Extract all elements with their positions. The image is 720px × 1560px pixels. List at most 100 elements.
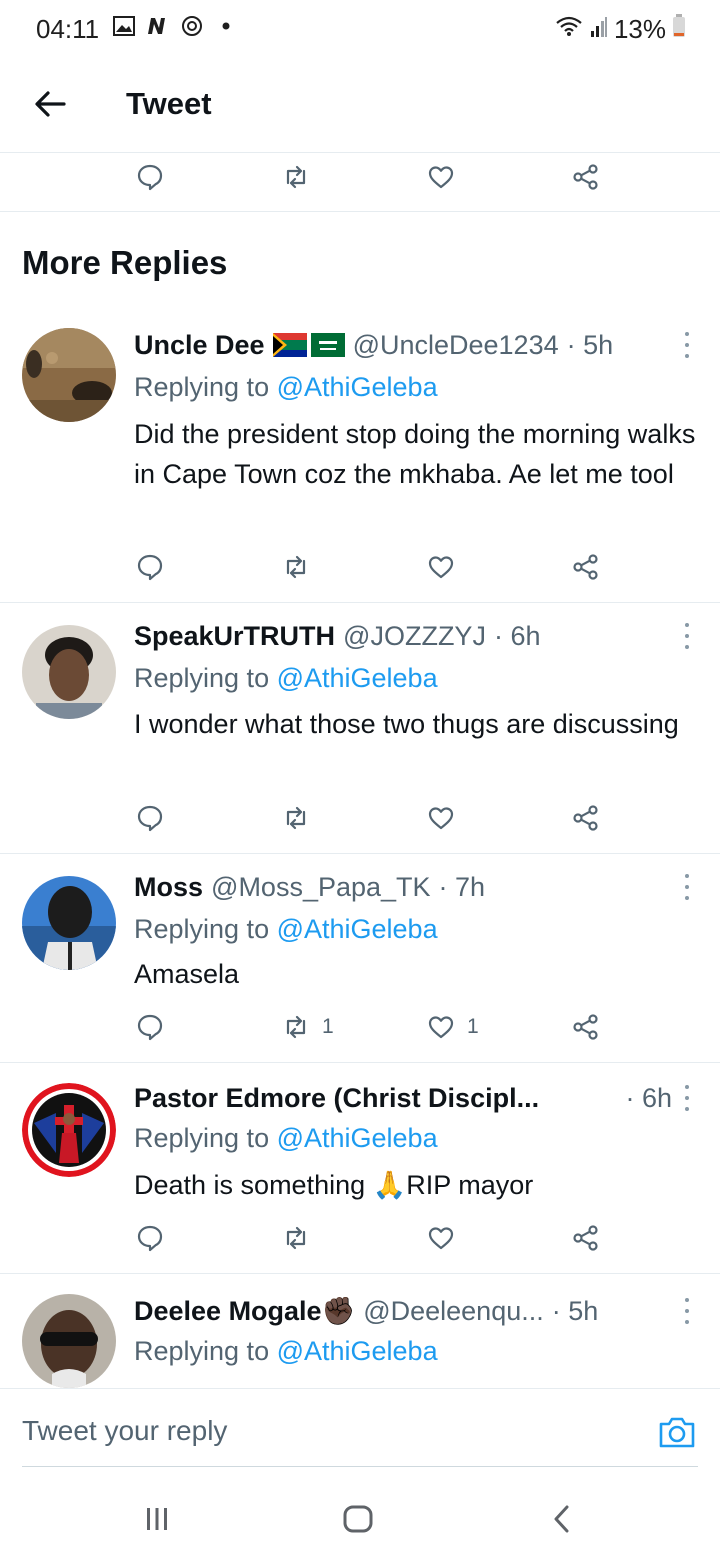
- reply-icon: [137, 1225, 163, 1252]
- avatar[interactable]: [22, 1083, 116, 1177]
- author-handle: @Moss_Papa_TK: [211, 871, 431, 902]
- mention-link[interactable]: @AthiGeleba: [277, 663, 438, 693]
- retweet-count: 1: [322, 1015, 334, 1038]
- mention-link[interactable]: @AthiGeleba: [277, 1336, 438, 1366]
- reply-button[interactable]: [136, 542, 164, 592]
- avatar[interactable]: [22, 625, 116, 719]
- reply-input-underline: [22, 1466, 698, 1467]
- mention-link[interactable]: @AthiGeleba: [277, 914, 438, 944]
- retweet-icon: [286, 165, 306, 189]
- vpn-icon: [180, 14, 204, 38]
- heart-icon: [428, 1227, 454, 1250]
- reply-button[interactable]: [136, 793, 164, 843]
- share-icon: [573, 1014, 598, 1040]
- tweet-text: Did the president stop doing the morning…: [134, 419, 696, 489]
- more-options-icon[interactable]: [682, 332, 692, 358]
- status-system-icons: 13%: [554, 14, 686, 45]
- tweet-actions: [0, 542, 720, 592]
- avatar[interactable]: [22, 1294, 116, 1388]
- replying-to-label: Replying to: [134, 663, 277, 693]
- gallery-icon: [112, 14, 136, 38]
- share-button[interactable]: [572, 1213, 600, 1263]
- heart-icon: [428, 166, 454, 189]
- reply-tweet[interactable]: Deelee Mogale ✊🏿 @Deeleenqu... · 5h Repl…: [0, 1274, 720, 1388]
- mention-link[interactable]: @AthiGeleba: [277, 1123, 438, 1153]
- south-africa-flag-icon: [272, 333, 307, 357]
- avatar[interactable]: [22, 328, 116, 422]
- retweet-icon: [286, 1015, 306, 1039]
- tweet-time: · 7h: [438, 871, 486, 902]
- mention-link[interactable]: @AthiGeleba: [277, 372, 438, 402]
- author-handle: @JOZZZYJ: [343, 620, 486, 651]
- replying-to-label: Replying to: [134, 1123, 277, 1153]
- retweet-button[interactable]: 1: [282, 1002, 334, 1052]
- author-name[interactable]: Uncle Dee: [134, 330, 265, 361]
- tweet-header: Pastor Edmore (Christ Discipl... · 6h: [134, 1079, 672, 1117]
- status-time: 04:11: [36, 14, 100, 44]
- tweet-header: Uncle Dee @UncleDee1234 · 5h: [134, 326, 672, 364]
- share-button[interactable]: [572, 793, 600, 843]
- replying-to-label: Replying to: [134, 1336, 277, 1366]
- replying-to-label: Replying to: [134, 914, 277, 944]
- share-button[interactable]: [572, 152, 600, 202]
- more-options-icon[interactable]: [682, 623, 692, 649]
- retweet-button[interactable]: [282, 1213, 310, 1263]
- system-nav-bar: [0, 1470, 720, 1560]
- status-bar: 04:11 13%: [0, 0, 720, 58]
- avatar[interactable]: [22, 876, 116, 970]
- like-button[interactable]: [427, 152, 455, 202]
- tweet-text: Death is something 🙏RIP mayor: [134, 1165, 704, 1205]
- recent-apps-icon[interactable]: [142, 1504, 172, 1534]
- tweet-text: I wonder what those two thugs are discus…: [134, 709, 679, 739]
- heart-icon: [428, 807, 454, 830]
- wifi-icon: [554, 14, 584, 45]
- back-arrow-icon[interactable]: [30, 84, 70, 124]
- reply-button[interactable]: [136, 1002, 164, 1052]
- author-name[interactable]: Pastor Edmore (Christ Discipl...: [134, 1083, 539, 1114]
- like-button[interactable]: 1: [427, 1002, 479, 1052]
- dot-icon: [214, 14, 238, 38]
- reply-tweet[interactable]: SpeakUrTRUTH @JOZZZYJ · 6h Replying to @…: [0, 603, 720, 853]
- heart-icon: [428, 1016, 454, 1039]
- back-icon[interactable]: [546, 1504, 576, 1534]
- retweet-button[interactable]: [282, 542, 310, 592]
- retweet-button[interactable]: [282, 152, 310, 202]
- replying-to: Replying to @AthiGeleba: [134, 663, 438, 694]
- reply-tweet[interactable]: Uncle Dee @UncleDee1234 · 5h Replying to…: [0, 304, 720, 602]
- page-title: Tweet: [126, 86, 212, 121]
- retweet-button[interactable]: [282, 793, 310, 843]
- like-button[interactable]: [427, 1213, 455, 1263]
- reply-tweet[interactable]: Pastor Edmore (Christ Discipl... · 6h Re…: [0, 1063, 720, 1273]
- tweet-text-part: RIP mayor: [406, 1170, 534, 1200]
- home-icon[interactable]: [343, 1504, 373, 1534]
- reply-icon: [137, 1014, 163, 1041]
- author-name[interactable]: Deelee Mogale: [134, 1296, 322, 1327]
- tweet-actions: [0, 1213, 720, 1263]
- tweet-time: · 5h: [551, 1295, 599, 1326]
- share-button[interactable]: [572, 1002, 600, 1052]
- author-name[interactable]: Moss: [134, 872, 203, 903]
- tweet-time: · 5h: [566, 329, 614, 360]
- tweet-text: Amasela: [134, 959, 240, 989]
- divider: [0, 211, 720, 212]
- reply-button[interactable]: [136, 1213, 164, 1263]
- camera-icon[interactable]: [658, 1415, 696, 1451]
- like-button[interactable]: [427, 793, 455, 843]
- author-name[interactable]: SpeakUrTRUTH: [134, 621, 335, 652]
- more-options-icon[interactable]: [682, 874, 692, 900]
- share-button[interactable]: [572, 542, 600, 592]
- more-options-icon[interactable]: [682, 1085, 692, 1111]
- like-button[interactable]: [427, 542, 455, 592]
- tweet-header: Moss @Moss_Papa_TK · 7h: [134, 868, 672, 906]
- battery-icon: [672, 14, 686, 45]
- tweet-actions: 1 1: [0, 1002, 720, 1052]
- reply-tweet[interactable]: Moss @Moss_Papa_TK · 7h Replying to @Ath…: [0, 854, 720, 1062]
- replying-to: Replying to @AthiGeleba: [134, 1336, 438, 1367]
- reply-input[interactable]: Tweet your reply: [22, 1415, 227, 1447]
- main-tweet-actions: [0, 152, 720, 202]
- praying-hands-emoji: 🙏: [372, 1170, 407, 1200]
- more-options-icon[interactable]: [682, 1298, 692, 1324]
- raised-fist-emoji: ✊🏿: [321, 1296, 356, 1326]
- tweet-time: · 6h: [493, 620, 541, 651]
- reply-button[interactable]: [136, 152, 164, 202]
